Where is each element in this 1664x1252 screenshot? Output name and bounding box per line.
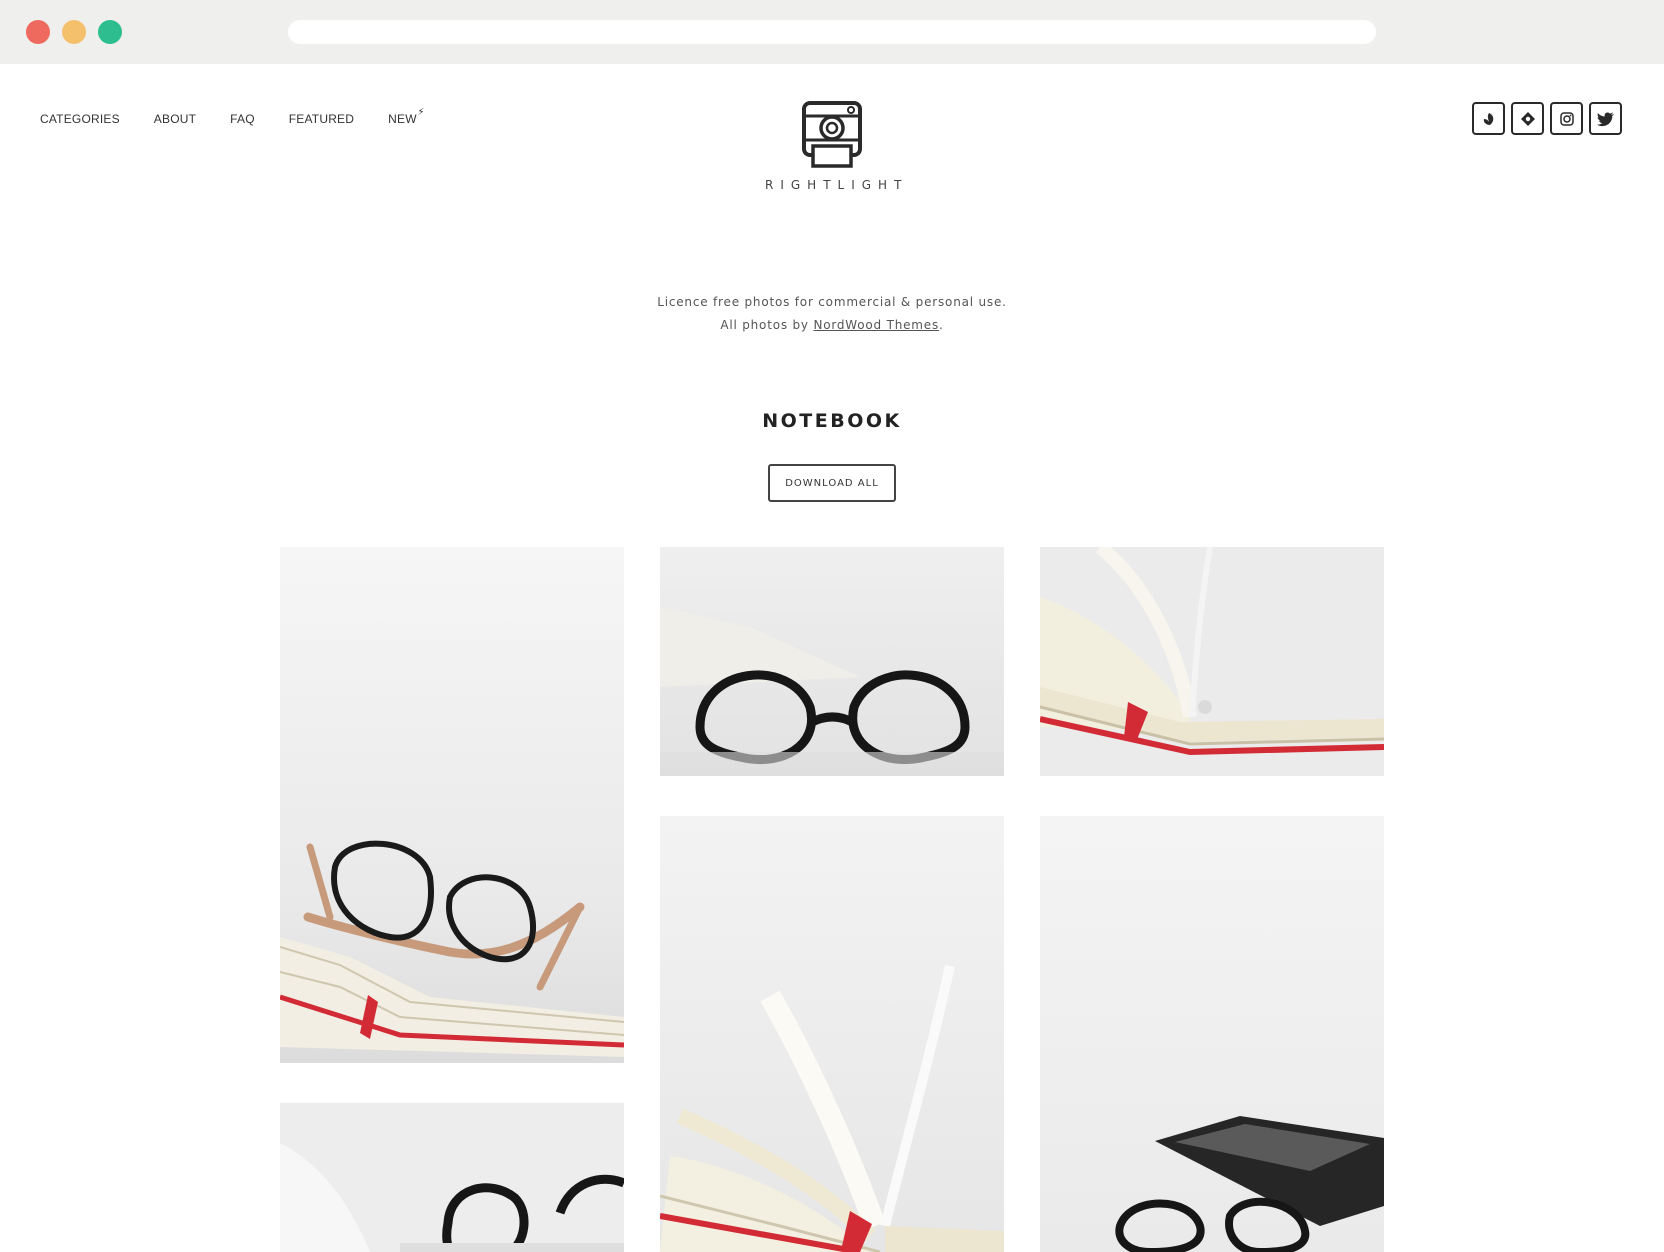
instant-camera-icon [802, 101, 862, 168]
gallery-photo[interactable] [1040, 816, 1384, 1252]
logo-wordmark: RIGHTLIGHT [765, 178, 909, 192]
window-zoom-button[interactable] [98, 20, 122, 44]
tag-button[interactable] [1511, 102, 1544, 135]
window-close-button[interactable] [26, 20, 50, 44]
social-links [1472, 102, 1628, 135]
photo-image [660, 816, 1004, 1252]
nav-featured[interactable]: FEATURED [289, 112, 354, 126]
gallery-photo[interactable] [1040, 547, 1384, 776]
photo-image [280, 1103, 624, 1252]
intro-line-2: All photos by NordWood Themes. [532, 314, 1132, 337]
dribbble-button[interactable] [1472, 102, 1505, 135]
address-bar[interactable] [288, 20, 1376, 44]
collection-title: NOTEBOOK [762, 410, 902, 432]
gallery-photo[interactable] [660, 816, 1004, 1252]
author-link[interactable]: NordWood Themes [813, 318, 939, 332]
nav-about[interactable]: ABOUT [154, 112, 196, 126]
dribbble-icon [1483, 112, 1493, 125]
intro-prefix: All photos by [720, 318, 814, 332]
instagram-button[interactable] [1550, 102, 1583, 135]
nav-new-label: NEW [388, 112, 417, 126]
photo-image [280, 547, 624, 1063]
gallery-photo[interactable] [280, 547, 624, 1063]
nav-categories[interactable]: CATEGORIES [40, 112, 120, 126]
tag-icon [1520, 111, 1535, 126]
instagram-icon [1559, 111, 1574, 126]
gallery-photo[interactable] [660, 547, 1004, 776]
intro-suffix: . [939, 318, 944, 332]
lightning-icon: ⚡ [417, 107, 425, 118]
browser-chrome [0, 0, 1664, 64]
intro-line-1: Licence free photos for commercial & per… [657, 295, 1007, 309]
twitter-button[interactable] [1589, 102, 1622, 135]
photo-image [660, 547, 1004, 776]
site-intro: Licence free photos for commercial & per… [532, 291, 1132, 337]
download-all-button[interactable]: DOWNLOAD ALL [768, 464, 896, 502]
site-logo[interactable]: RIGHTLIGHT [758, 100, 906, 192]
main-nav: CATEGORIES ABOUT FAQ FEATURED NEW ⚡ [40, 107, 451, 126]
twitter-icon [1596, 111, 1614, 126]
window-minimize-button[interactable] [62, 20, 86, 44]
photo-image [1040, 816, 1384, 1252]
nav-new[interactable]: NEW ⚡ [388, 107, 424, 126]
nav-faq[interactable]: FAQ [230, 112, 255, 126]
photo-image [1040, 547, 1384, 776]
gallery-photo[interactable] [280, 1103, 624, 1252]
